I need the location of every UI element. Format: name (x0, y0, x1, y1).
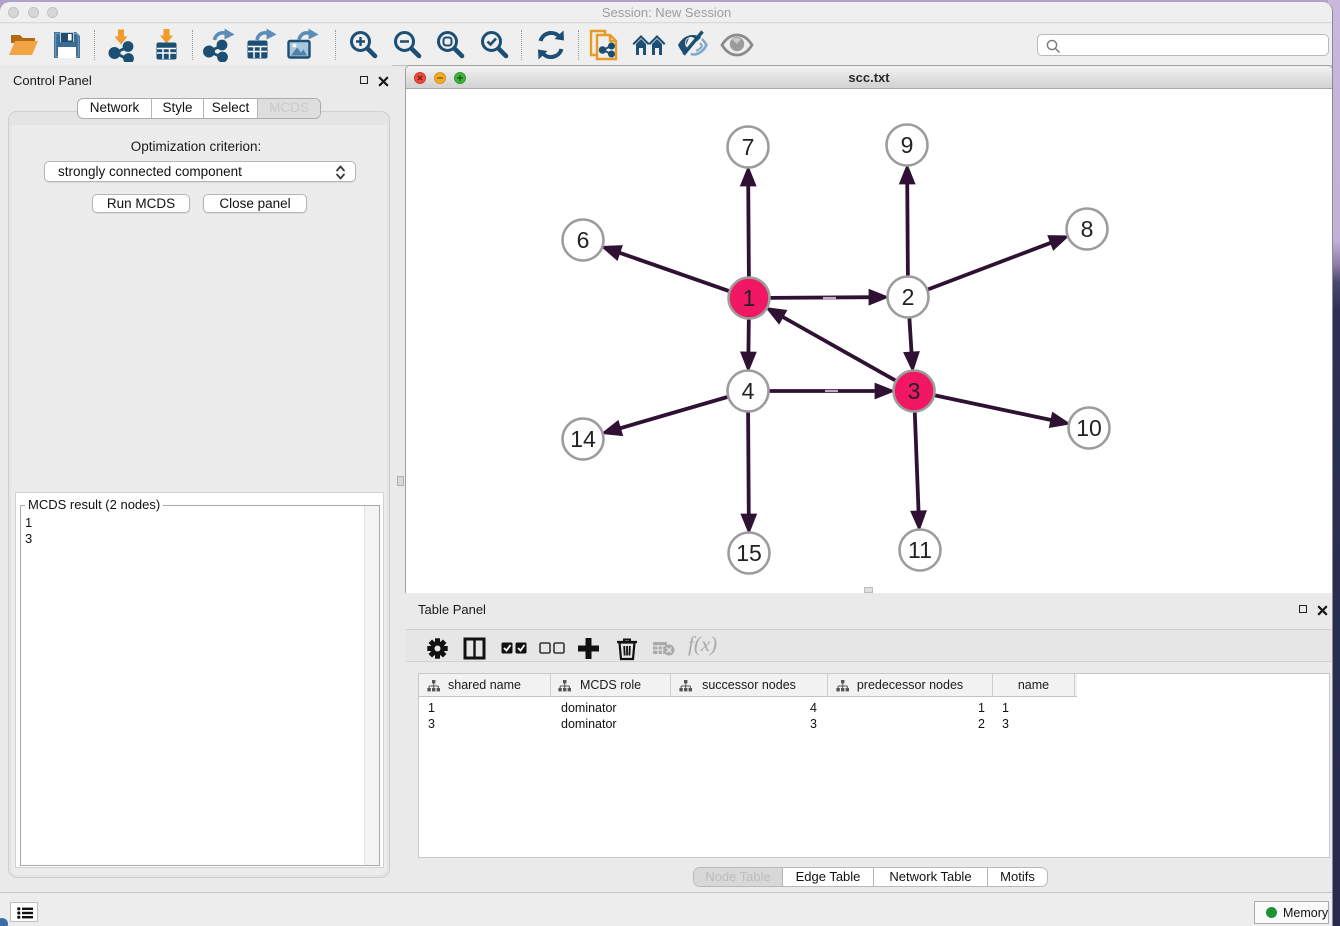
svg-text:2: 2 (902, 284, 915, 310)
svg-text:10: 10 (1076, 415, 1102, 441)
svg-text:15: 15 (736, 540, 762, 566)
svg-text:7: 7 (742, 134, 755, 160)
svg-text:6: 6 (577, 227, 590, 253)
svg-text:1: 1 (743, 285, 756, 311)
svg-text:3: 3 (908, 378, 921, 404)
svg-text:11: 11 (908, 537, 932, 563)
svg-text:8: 8 (1081, 216, 1094, 242)
svg-text:9: 9 (901, 132, 914, 158)
svg-text:4: 4 (742, 378, 755, 404)
svg-text:14: 14 (570, 426, 596, 452)
